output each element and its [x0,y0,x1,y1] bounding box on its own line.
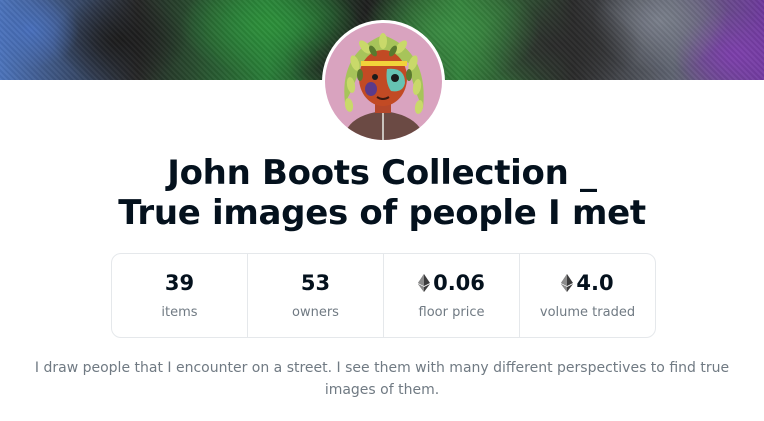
eth-icon [418,274,431,292]
collection-stats: 39 items 53 owners 0.06 floor price 4.0 … [111,253,656,338]
avatar-portrait-image [325,23,442,140]
collection-title-line-1: John Boots Collection _ [167,153,597,193]
stat-floor-price-label: floor price [418,305,485,320]
stat-volume-traded-value-row: 4.0 [561,270,614,296]
collection-title-line-2: True images of people I met [118,193,646,233]
stat-floor-price-value-row: 0.06 [418,270,485,296]
eth-icon [561,274,574,292]
collection-description: I draw people that I encounter on a stre… [34,360,730,398]
stat-volume-traded-label: volume traded [539,305,636,320]
stat-volume-traded[interactable]: 4.0 volume traded [520,254,655,337]
stat-items-label: items [161,305,198,320]
stat-owners-label: owners [292,305,339,320]
stat-owners[interactable]: 53 owners [248,254,384,337]
collection-avatar[interactable] [322,20,445,143]
collection-page: John Boots Collection _ True images of p… [0,0,764,421]
stat-volume-traded-value: 4.0 [576,271,614,295]
stat-floor-price[interactable]: 0.06 floor price [384,254,520,337]
stat-floor-price-value: 0.06 [433,271,485,295]
stat-items-value: 39 [164,271,195,295]
stat-items[interactable]: 39 items [112,254,248,337]
stat-owners-value: 53 [300,271,331,295]
collection-title: John Boots Collection _ True images of p… [0,153,764,233]
